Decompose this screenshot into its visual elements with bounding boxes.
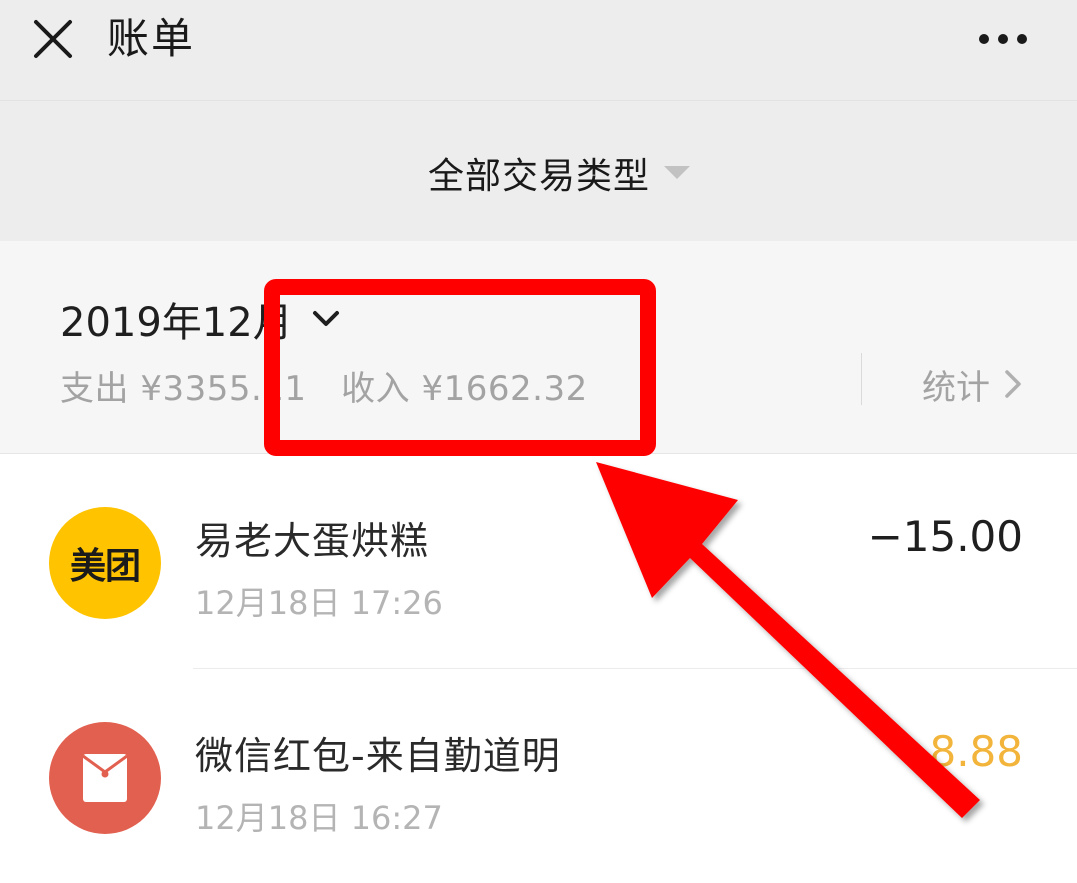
more-icon (979, 34, 1027, 44)
transaction-amount: −15.00 (867, 512, 1023, 561)
meituan-logo-icon: 美团 (49, 507, 161, 619)
transaction-name: 易老大蛋烘糕 (195, 519, 430, 563)
page-title: 账单 (107, 14, 196, 63)
caret-down-icon (664, 166, 691, 180)
chevron-right-icon (1004, 369, 1022, 399)
filter-label: 全部交易类型 (428, 156, 651, 197)
close-button[interactable] (30, 16, 76, 62)
month-summary: 2019年12月 支出 ¥3355.11 收入 ¥1662.32 统计 (0, 241, 1077, 454)
vertical-divider (861, 353, 862, 405)
close-icon (34, 20, 72, 58)
income-value: ¥1662.32 (421, 369, 588, 409)
transaction-type-filter[interactable]: 全部交易类型 (428, 145, 691, 201)
transaction-time: 12月18日 17:26 (195, 584, 443, 622)
transaction-row[interactable]: 美团 易老大蛋烘糕 12月18日 17:26 −15.00 (0, 454, 1077, 668)
transaction-amount: 8.88 (929, 727, 1023, 776)
transaction-row[interactable]: 微信红包-来自勤道明 12月18日 16:27 8.88 (0, 669, 1077, 883)
header-bar: 账单 (0, 0, 1077, 101)
transaction-time: 12月18日 16:27 (195, 799, 443, 837)
month-label: 2019年12月 (60, 300, 293, 346)
red-packet-icon (49, 722, 161, 834)
transaction-name: 微信红包-来自勤道明 (195, 734, 561, 778)
month-selector[interactable]: 2019年12月 (60, 291, 341, 347)
transaction-list: 美团 易老大蛋烘糕 12月18日 17:26 −15.00 微信红包-来自勤道明… (0, 454, 1077, 883)
logo-text: 美团 (69, 546, 141, 587)
expense-value: ¥3355.11 (140, 369, 307, 409)
income-label: 收入 (341, 369, 411, 409)
month-totals: 支出 ¥3355.11 收入 ¥1662.32 (60, 361, 588, 410)
statistics-label: 统计 (922, 367, 990, 408)
more-button[interactable] (972, 22, 1034, 56)
statistics-link[interactable]: 统计 (922, 359, 1022, 409)
expense-label: 支出 (60, 369, 129, 409)
chevron-down-icon (311, 309, 341, 329)
filter-bar: 全部交易类型 (0, 101, 1077, 241)
